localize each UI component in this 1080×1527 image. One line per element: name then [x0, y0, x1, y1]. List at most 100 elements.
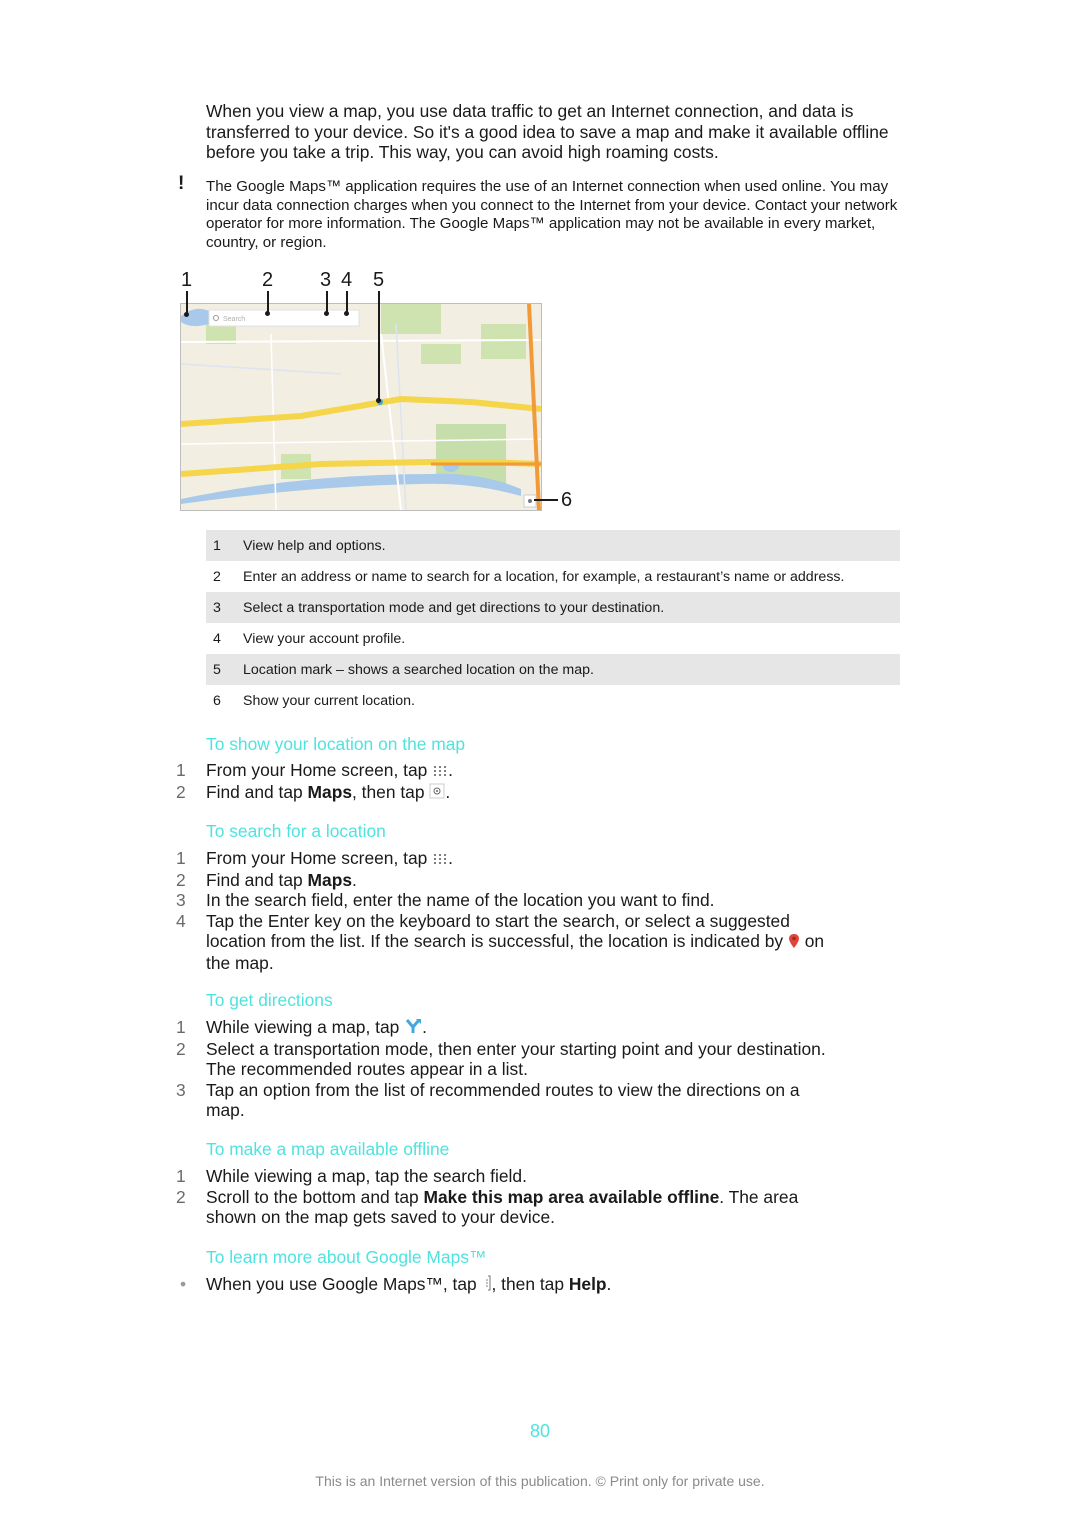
step-text: Tap the Enter key on the keyboard to sta… [206, 910, 825, 974]
park-area [421, 344, 461, 364]
step-text: From your Home screen, tap . [206, 760, 453, 782]
exclamation-icon: ! [178, 173, 185, 194]
step-item: • When you use Google Maps™, tap , then … [170, 1274, 870, 1297]
intro-paragraph: When you view a map, you use data traffi… [206, 101, 889, 163]
callout-2: 2 [262, 269, 274, 291]
step-text: Scroll to the bottom and tap Make this m… [206, 1186, 799, 1228]
location-pin-icon [788, 933, 800, 954]
apps-grid-icon [432, 849, 448, 870]
step-num: 2 [176, 781, 186, 802]
note-text: The Google Maps™ application requires th… [206, 178, 898, 251]
legend-num: 1 [213, 537, 221, 554]
apps-grid-icon [432, 761, 448, 782]
legend-num: 3 [213, 599, 221, 616]
step-text: Find and tap Maps, then tap . [206, 781, 451, 804]
callout-line-6 [534, 499, 558, 501]
legend-row: 1 View help and options. [206, 530, 900, 561]
step-num: 4 [176, 910, 186, 931]
legend-num: 6 [213, 692, 221, 709]
step-num: 1 [176, 1017, 186, 1037]
callout-line-1 [186, 291, 188, 313]
section-title-show-location: To show your location on the map [206, 734, 466, 754]
steps-learn-more: • When you use Google Maps™, tap , then … [170, 1274, 870, 1297]
callout-dot-1 [184, 312, 189, 317]
park-area [381, 304, 441, 334]
steps-offline: 1 While viewing a map, tap the search fi… [170, 1166, 870, 1228]
step-text: When you use Google Maps™, tap , then ta… [206, 1274, 870, 1297]
bold-term: Maps [307, 869, 352, 890]
step-text: Select a transportation mode, then enter… [206, 1038, 826, 1080]
callout-dot-3 [324, 311, 329, 316]
step-num: 1 [176, 1166, 186, 1186]
step-num: 1 [176, 760, 186, 780]
park-area [481, 324, 526, 359]
step-item: 4 Tap the Enter key on the keyboard to s… [170, 911, 870, 974]
step-text: Tap an option from the list of recommend… [206, 1079, 800, 1121]
step-item: 1 From your Home screen, tap . [170, 848, 870, 870]
bullet: • [180, 1274, 187, 1294]
legend-row: 4 View your account profile. [206, 623, 900, 654]
step-text: From your Home screen, tap . [206, 848, 453, 870]
bold-term: Maps [307, 781, 352, 802]
step-item: 1 From your Home screen, tap . [170, 760, 870, 782]
step-item: 1 While viewing a map, tap . [170, 1017, 870, 1039]
callout-6: 6 [561, 489, 573, 511]
footer-notice: This is an Internet version of this publ… [315, 1473, 765, 1489]
bold-term: Help [568, 1274, 607, 1294]
step-num: 2 [176, 1186, 186, 1207]
step-item: 2 Find and tap Maps, then tap . [170, 782, 870, 804]
step-item: 3 Tap an option from the list of recomme… [170, 1080, 870, 1121]
step-item: 1 While viewing a map, tap the search fi… [170, 1166, 870, 1187]
step-item: 3 In the search field, enter the name of… [170, 890, 870, 911]
step-item: 2 Select a transportation mode, then ent… [170, 1039, 870, 1080]
legend-text: Enter an address or name to search for a… [243, 568, 845, 585]
callout-line-4 [346, 291, 348, 313]
menu-icon [482, 1274, 492, 1297]
section-title-directions: To get directions [206, 990, 333, 1010]
map-graphic: Search [181, 304, 541, 510]
my-location-icon [429, 783, 445, 804]
steps-directions: 1 While viewing a map, tap . 2 Select a … [170, 1017, 870, 1121]
legend-row: 2 Enter an address or name to search for… [206, 561, 900, 592]
legend-text: Location mark – shows a searched locatio… [243, 661, 594, 678]
section-title-offline: To make a map available offline [206, 1139, 450, 1159]
step-text: In the search field, enter the name of t… [206, 890, 715, 911]
callout-dot-2 [265, 311, 270, 316]
steps-search-location: 1 From your Home screen, tap . 2 Find an… [170, 848, 870, 974]
legend-text: Show your current location. [243, 692, 415, 709]
page-number: 80 [529, 1421, 551, 1441]
legend-text: Select a transportation mode and get dir… [243, 599, 665, 616]
callout-line-5 [378, 291, 380, 399]
step-text: While viewing a map, tap . [206, 1017, 427, 1039]
map-screenshot: Search [180, 303, 542, 511]
callout-line-3 [326, 291, 328, 313]
section-title-learn-more: To learn more about Google Maps™ [206, 1247, 487, 1267]
section-title-search-location: To search for a location [206, 821, 386, 841]
legend-num: 2 [213, 568, 221, 585]
legend-text: View help and options. [243, 537, 386, 554]
callout-5: 5 [373, 269, 385, 291]
callout-dot-4 [344, 311, 349, 316]
directions-icon [404, 1018, 422, 1039]
callout-1: 1 [181, 269, 193, 291]
step-num: 3 [176, 890, 186, 911]
legend-num: 4 [213, 630, 221, 647]
step-text: Find and tap Maps. [206, 869, 357, 890]
callout-4: 4 [341, 269, 353, 291]
step-text: While viewing a map, tap the search fiel… [206, 1166, 527, 1186]
step-num: 3 [176, 1079, 186, 1100]
legend-num: 5 [213, 661, 221, 678]
legend-text: View your account profile. [243, 630, 406, 647]
legend-row: 5 Location mark – shows a searched locat… [206, 654, 900, 685]
step-num: 2 [176, 1038, 186, 1059]
callout-dot-5 [376, 398, 381, 403]
step-item: 2 Find and tap Maps. [170, 870, 870, 891]
legend-table: 1 View help and options. 2 Enter an addr… [206, 530, 900, 716]
callout-3: 3 [320, 269, 332, 291]
step-item: 2 Scroll to the bottom and tap Make this… [170, 1187, 870, 1228]
callout-line-2 [267, 291, 269, 313]
legend-row: 3 Select a transportation mode and get d… [206, 592, 900, 623]
bold-term: Make this map area available offline [423, 1186, 720, 1207]
map-search-placeholder: Search [223, 316, 245, 323]
steps-show-location: 1 From your Home screen, tap . 2 Find an… [170, 760, 870, 803]
